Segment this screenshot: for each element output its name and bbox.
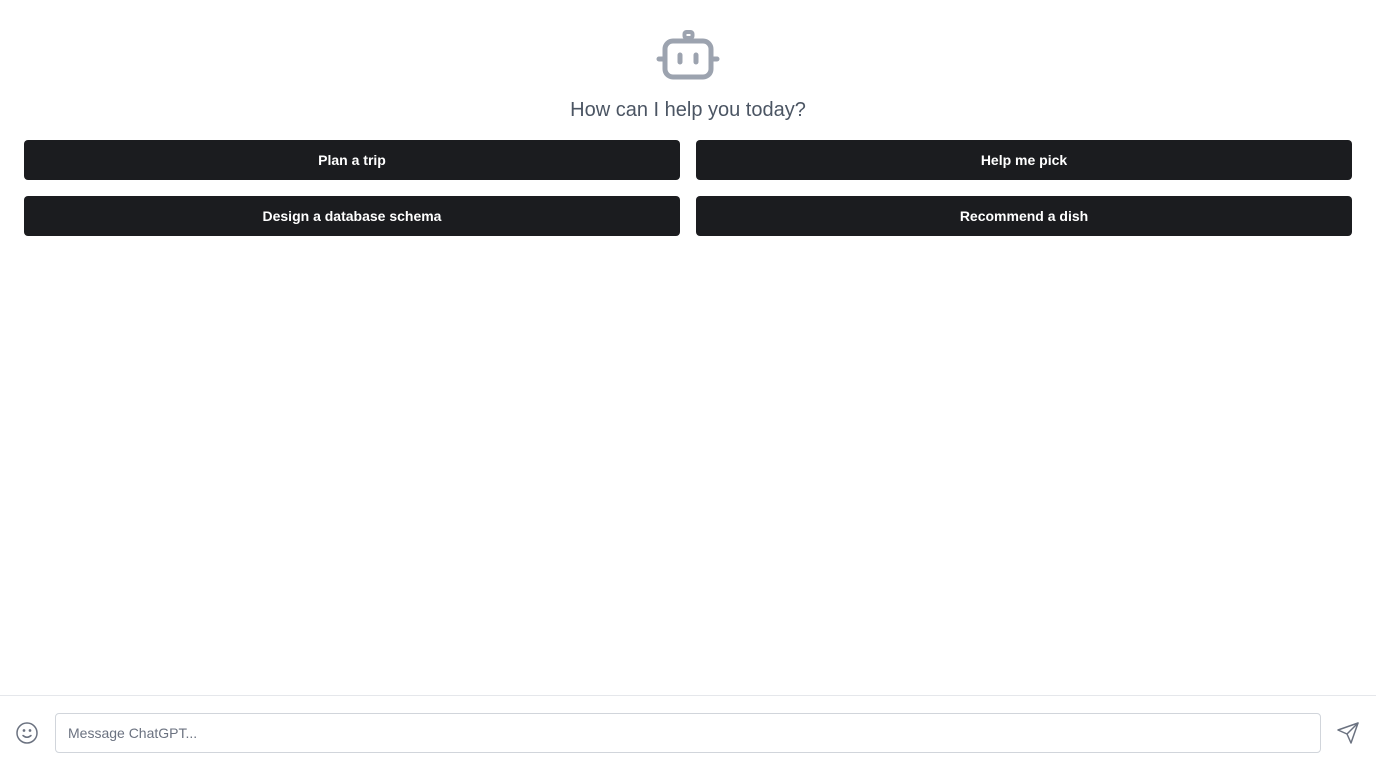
- suggestion-plan-trip-button[interactable]: Plan a trip: [24, 140, 680, 180]
- suggestion-recommend-dish-button[interactable]: Recommend a dish: [696, 196, 1352, 236]
- suggestion-help-pick-button[interactable]: Help me pick: [696, 140, 1352, 180]
- suggestion-database-schema-button[interactable]: Design a database schema: [24, 196, 680, 236]
- chat-main: How can I help you today? Plan a trip He…: [0, 0, 1376, 696]
- message-input[interactable]: [55, 713, 1321, 753]
- smiley-icon[interactable]: [15, 721, 39, 745]
- message-composer: [0, 695, 1376, 768]
- send-icon[interactable]: [1336, 721, 1360, 745]
- suggestion-grid: Plan a trip Help me pick Design a databa…: [24, 140, 1352, 236]
- robot-icon: [656, 30, 720, 80]
- greeting-heading: How can I help you today?: [570, 99, 806, 121]
